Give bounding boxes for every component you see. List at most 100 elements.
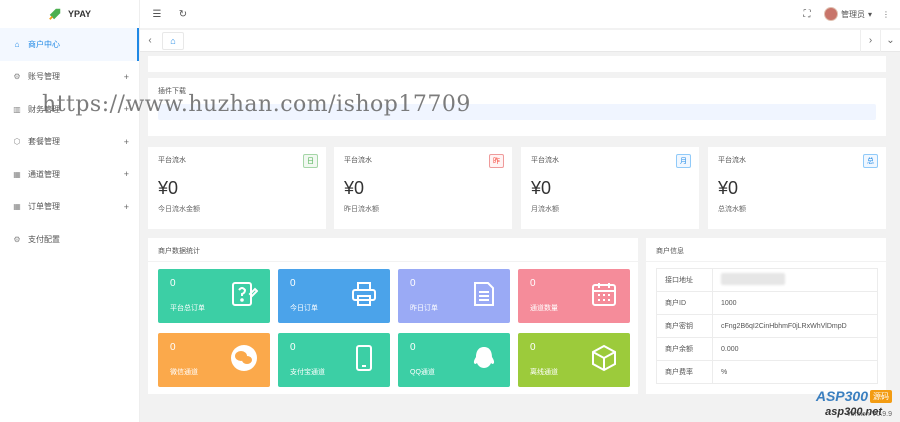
gear-icon: ⚙ [13,234,21,244]
info-value: % [712,360,878,384]
stat-value: ¥0 [158,178,179,198]
tile-label: 昨日订单 [410,305,438,312]
tile-label: 微信通道 [170,369,198,376]
gear-icon: ⚙ [13,72,21,82]
asp300-url: asp300.net [825,406,882,418]
info-value: cFng2B6qI2CinHbhmF0jLRxWhVlDmpD [712,314,878,338]
api-url-redacted [721,273,785,285]
tile-qq-channel[interactable]: 0 QQ通道 [398,333,510,387]
box-icon: ⬡ [13,137,21,147]
more-icon[interactable]: ⋮ [882,10,890,19]
sidebar-item-label: 支付配置 [28,234,60,244]
stat-value: ¥0 [531,178,552,198]
home-icon: ⌂ [170,35,176,46]
top-bar: ☰ ↻ ⛶ 管理员 ▾ ⋮ [140,0,900,28]
tab-home[interactable]: ⌂ [162,31,184,50]
sidebar-item-package[interactable]: ⬡ 套餐管理 + [0,126,139,159]
info-key: 商户密钥 [656,314,713,338]
stat-card-total: 平台流水 总 ¥0 总流水额 [708,147,886,229]
grid-icon: ▦ [13,202,21,212]
stat-value: ¥0 [344,178,365,198]
grid-icon: ▦ [13,169,21,179]
sidebar-item-account[interactable]: ⚙ 账号管理 + [0,61,139,94]
stat-value: ¥0 [718,178,739,198]
sidebar-item-label: 账号管理 [28,72,60,82]
app-logo[interactable]: YPAY [0,0,139,28]
tile-label: QQ通道 [410,369,435,376]
table-row: 接口地址 [656,268,878,292]
info-key: 商户ID [656,291,713,315]
info-value [712,268,878,292]
tile-total-orders[interactable]: 0 平台总订单 [158,269,270,323]
tile-label: 支付宝通道 [290,369,325,376]
sidebar-item-channel[interactable]: ▦ 通道管理 + [0,158,139,191]
wechat-icon [231,345,257,371]
info-key: 商户余额 [656,337,713,361]
tile-label: 平台总订单 [170,305,205,312]
stat-subtitle: 昨日流水额 [344,206,379,213]
user-name: 管理员 [840,9,865,19]
qq-icon [473,347,495,368]
chevron-right-icon[interactable]: › [860,29,880,52]
sidebar-item-label: 订单管理 [28,202,60,212]
merchant-info-table: 接口地址 商户ID 1000 商户密钥 cFng2B6qI2CinHbhmF0j… [656,268,878,384]
table-row: 商户费率 % [656,360,878,384]
stat-badge: 昨 [489,154,504,168]
tile-label: 今日订单 [290,305,318,312]
sidebar-item-label: 通道管理 [28,169,60,179]
stat-card-month: 平台流水 月 ¥0 月流水额 [521,147,699,229]
stat-title: 平台流水 [344,157,372,164]
sidebar: YPAY ⌂ 商户中心 ⚙ 账号管理 + ▥ 财务管理 + ⬡ 套餐管理 + ▦… [0,0,140,422]
calendar-icon [592,283,616,306]
sidebar-item-label: 套餐管理 [28,137,60,147]
tile-offline-channel[interactable]: 0 离线通道 [518,333,630,387]
fullscreen-icon[interactable]: ⛶ [800,7,814,21]
tab-bar: ‹ ⌂ › ⌄ [140,29,900,52]
tile-label: 通道数量 [530,305,558,312]
table-row: 商户ID 1000 [656,291,878,315]
info-key: 接口地址 [656,268,713,292]
stat-subtitle: 总流水额 [718,206,746,213]
chevron-down-icon: ▾ [867,9,872,19]
stat-card-yesterday: 平台流水 昨 ¥0 昨日流水额 [334,147,512,229]
table-row: 商户余额 0.000 [656,337,878,361]
home-icon: ⌂ [14,39,20,49]
panel-title: 商户数据统计 [148,238,638,262]
list-icon [474,282,494,306]
sidebar-item-payment-config[interactable]: ⚙ 支付配置 [0,223,139,256]
stat-badge: 月 [676,154,691,168]
asp300-logo: ASP300 源码 [816,388,892,404]
phone-icon [356,345,372,371]
info-value: 0.000 [712,337,878,361]
stat-subtitle: 今日流水金额 [158,206,200,213]
chevron-left-icon[interactable]: ‹ [140,30,160,52]
sidebar-item-order[interactable]: ▦ 订单管理 + [0,191,139,224]
stat-title: 平台流水 [718,157,746,164]
printer-icon [352,282,376,306]
app-name: YPAY [67,9,91,19]
chevron-down-icon[interactable]: ⌄ [880,29,900,52]
tile-yesterday-orders[interactable]: 0 昨日订单 [398,269,510,323]
stat-subtitle: 月流水额 [531,206,559,213]
edit-doc-icon [232,282,258,306]
tile-channel-count[interactable]: 0 通道数量 [518,269,630,323]
refresh-icon[interactable]: ↻ [176,7,190,21]
asp-brand: ASP300 [815,388,868,404]
expand-icon: + [123,136,129,147]
tile-today-orders[interactable]: 0 今日订单 [278,269,390,323]
tile-wechat-channel[interactable]: 0 微信通道 [158,333,270,387]
info-value: 1000 [712,291,878,315]
table-row: 商户密钥 cFng2B6qI2CinHbhmF0jLRxWhVlDmpD [656,314,878,338]
rocket-icon [49,8,61,20]
stat-badge: 总 [863,154,878,168]
stat-title: 平台流水 [531,157,559,164]
menu-toggle-icon[interactable]: ☰ [150,7,164,21]
panel-title: 商户信息 [646,238,886,262]
expand-icon: + [123,71,129,82]
stat-card-today: 平台流水 日 ¥0 今日流水金额 [148,147,326,229]
info-key: 商户费率 [656,360,713,384]
tile-alipay-channel[interactable]: 0 支付宝通道 [278,333,390,387]
asp-tag: 源码 [870,389,892,403]
sidebar-item-merchant-center[interactable]: ⌂ 商户中心 [0,28,139,61]
user-menu[interactable]: 管理员 ▾ [823,7,872,21]
